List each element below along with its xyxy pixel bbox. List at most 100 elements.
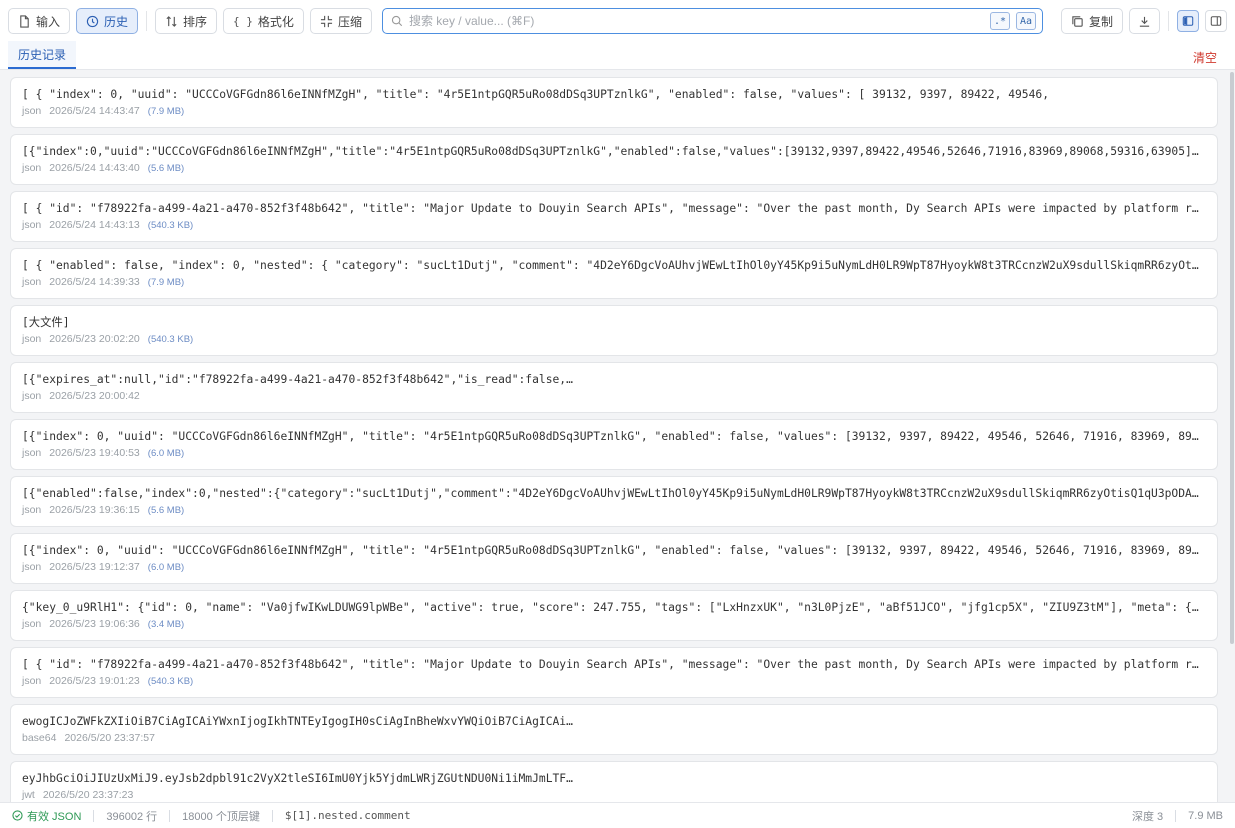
history-item-type: json (22, 333, 42, 345)
braces-icon: { } (233, 14, 253, 28)
history-item-size: (540.3 KB) (147, 676, 194, 687)
panel-left-icon (1182, 16, 1194, 26)
history-item[interactable]: ewogICJoZWFkZXIiOiB7CiAgICAiYWxnIjogIkhT… (10, 704, 1218, 755)
status-divider (1175, 809, 1177, 822)
history-item[interactable]: eyJhbGciOiJIUzUxMiJ9.eyJsb2dpbl91c2VyX2t… (10, 761, 1218, 802)
sort-label: 排序 (183, 14, 208, 29)
history-item-type: json (22, 447, 42, 459)
history-item-time: 2026/5/20 23:37:23 (42, 789, 134, 801)
copy-icon (1072, 15, 1083, 27)
history-item-meta: json 2026/5/24 14:39:33 (7.9 MB) (22, 276, 1205, 288)
history-item-size: (7.9 MB) (147, 277, 185, 288)
history-item-preview: [{"expires_at":null,"id":"f78922fa-a499-… (22, 373, 573, 386)
history-item-size: (540.3 KB) (147, 334, 194, 345)
history-item-time: 2026/5/24 14:43:13 (49, 219, 140, 231)
scrollbar[interactable] (1229, 72, 1234, 802)
download-icon (1139, 16, 1150, 27)
history-item-preview: [ { "id": "f78922fa-a499-4a21-a470-852f3… (22, 658, 1205, 671)
compress-label: 压缩 (337, 14, 362, 29)
history-item-time: 2026/5/23 19:01:23 (49, 675, 140, 687)
size-label: 7.9 MB (1188, 809, 1223, 822)
key-count: 18000 个顶层键 (182, 810, 260, 823)
history-item-type: json (22, 504, 42, 516)
scrollbar-thumb[interactable] (1230, 72, 1234, 644)
history-item[interactable]: [ { "id": "f78922fa-a499-4a21-a470-852f3… (10, 647, 1218, 698)
history-item-preview: ewogICJoZWFkZXIiOiB7CiAgICAiYWxnIjogIkhT… (22, 715, 573, 728)
input-label: 输入 (36, 14, 61, 29)
history-item[interactable]: [{"index":0,"uuid":"UCCCoVGFGdn86l6eINNf… (10, 134, 1218, 185)
history-item-size: (5.6 MB) (147, 505, 185, 516)
history-item-time: 2026/5/24 14:39:33 (49, 276, 140, 288)
history-item[interactable]: {"key_0_u9RlH1": {"id": 0, "name": "Va0j… (10, 590, 1218, 641)
history-item-preview: [大文件] (22, 316, 70, 329)
toolbar-divider (146, 11, 148, 31)
search-icon (391, 15, 403, 27)
download-button[interactable] (1129, 8, 1160, 34)
search-input[interactable] (408, 14, 984, 28)
history-item-type: json (22, 276, 42, 288)
history-item-preview: {"key_0_u9RlH1": {"id": 0, "name": "Va0j… (22, 601, 1205, 614)
case-sensitive-toggle[interactable]: Aa (1015, 12, 1036, 30)
copy-button[interactable]: 复制 (1060, 8, 1123, 34)
regex-toggle[interactable]: .* (989, 12, 1010, 30)
history-item-preview: [{"index":0,"uuid":"UCCCoVGFGdn86l6eINNf… (22, 145, 1205, 158)
history-item-preview: [{"enabled":false,"index":0,"nested":{"c… (22, 487, 1205, 500)
history-item-preview: [ { "enabled": false, "index": 0, "neste… (22, 259, 1205, 272)
history-item-meta: json 2026/5/23 19:40:53 (6.0 MB) (22, 447, 1205, 459)
valid-label: 有效 JSON (27, 810, 82, 823)
history-item[interactable]: [ { "enabled": false, "index": 0, "neste… (10, 248, 1218, 299)
history-item-meta: json 2026/5/23 20:02:20 (540.3 KB) (22, 333, 1205, 345)
history-item-size: (7.9 MB) (147, 106, 185, 117)
check-circle-icon (12, 810, 23, 821)
history-item-meta: jwt 2026/5/20 23:37:23 (22, 789, 1205, 801)
status-divider (93, 809, 95, 822)
history-item[interactable]: [大文件] json 2026/5/23 20:02:20 (540.3 KB) (10, 305, 1218, 356)
valid-status: 有效 JSON (12, 808, 81, 824)
history-item-meta: json 2026/5/24 14:43:40 (5.6 MB) (22, 162, 1205, 174)
history-item-size: (5.6 MB) (147, 163, 185, 174)
clear-history-button[interactable]: 清空 (1193, 49, 1217, 66)
history-item-time: 2026/5/23 19:06:36 (49, 618, 140, 630)
history-item-type: json (22, 105, 42, 117)
history-item-preview: [{"index": 0, "uuid": "UCCCoVGFGdn86l6eI… (22, 430, 1205, 443)
history-item-time: 2026/5/24 14:43:47 (49, 105, 140, 117)
tab-bar: 历史记录 清空 (0, 41, 1235, 70)
compress-icon (320, 15, 333, 27)
sort-icon (166, 15, 177, 27)
history-item-type: json (22, 219, 42, 231)
search-box: .* Aa (381, 8, 1043, 34)
format-label: 格式化 (257, 14, 294, 29)
format-button[interactable]: { } 格式化 (223, 8, 304, 34)
status-divider (271, 809, 273, 822)
history-item[interactable]: [{"index": 0, "uuid": "UCCCoVGFGdn86l6eI… (10, 533, 1218, 584)
history-item-type: json (22, 675, 42, 687)
history-item-type: json (22, 561, 42, 573)
history-item[interactable]: [{"expires_at":null,"id":"f78922fa-a499-… (10, 362, 1218, 413)
history-item[interactable]: [ { "id": "f78922fa-a499-4a21-a470-852f3… (10, 191, 1218, 242)
history-item[interactable]: [{"enabled":false,"index":0,"nested":{"c… (10, 476, 1218, 527)
sort-button[interactable]: 排序 (155, 8, 218, 34)
history-item-meta: json 2026/5/23 19:01:23 (540.3 KB) (22, 675, 1205, 687)
history-item-time: 2026/5/23 20:00:42 (49, 390, 140, 402)
history-item-meta: json 2026/5/23 19:36:15 (5.6 MB) (22, 504, 1205, 516)
history-button[interactable]: 历史 (76, 8, 139, 34)
status-bar: 有效 JSON 396002 行 18000 个顶层键 $[1].nested.… (0, 802, 1235, 828)
compress-button[interactable]: 压缩 (309, 8, 372, 34)
history-item-meta: json 2026/5/23 20:00:42 (22, 390, 1205, 402)
document-icon (20, 14, 29, 28)
history-item-preview: [ { "index": 0, "uuid": "UCCCoVGFGdn86l6… (22, 88, 1049, 101)
history-item-type: jwt (22, 789, 35, 801)
input-button[interactable]: 输入 (8, 8, 71, 34)
history-item-time: 2026/5/23 19:40:53 (49, 447, 140, 459)
history-item-size: (6.0 MB) (147, 448, 185, 459)
history-item[interactable]: [{"index": 0, "uuid": "UCCCoVGFGdn86l6eI… (10, 419, 1218, 470)
history-item-time: 2026/5/24 14:43:40 (49, 162, 140, 174)
sidebar-left-toggle[interactable] (1177, 10, 1199, 32)
history-item-preview: [ { "id": "f78922fa-a499-4a21-a470-852f3… (22, 202, 1205, 215)
history-item[interactable]: [ { "index": 0, "uuid": "UCCCoVGFGdn86l6… (10, 77, 1218, 128)
history-item-preview: eyJhbGciOiJIUzUxMiJ9.eyJsb2dpbl91c2VyX2t… (22, 772, 573, 785)
history-item-type: json (22, 618, 42, 630)
tab-history[interactable]: 历史记录 (8, 41, 77, 69)
sidebar-right-toggle[interactable] (1205, 10, 1227, 32)
history-item-time: 2026/5/23 20:02:20 (49, 333, 140, 345)
